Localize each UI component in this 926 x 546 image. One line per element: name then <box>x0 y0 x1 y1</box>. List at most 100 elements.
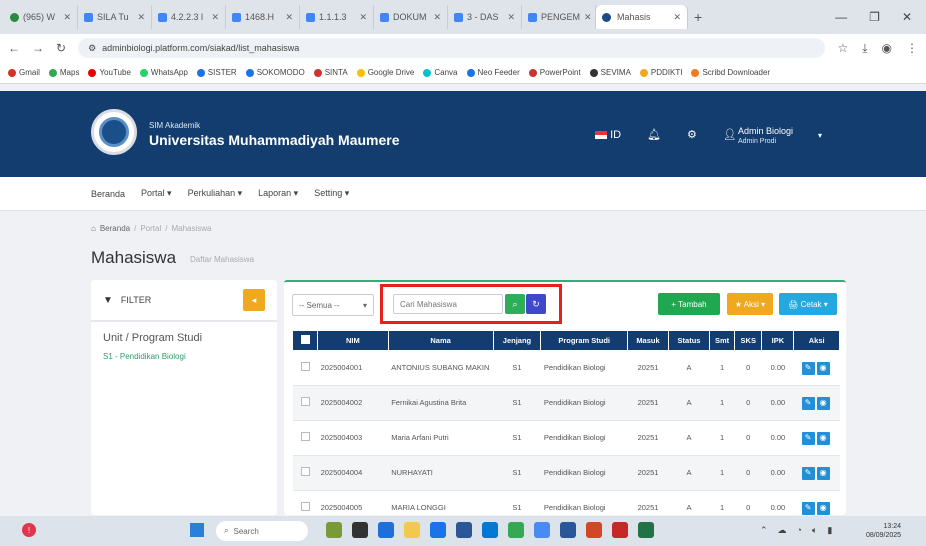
col-header-ipk[interactable]: IPK <box>761 330 795 351</box>
col-header-prodi[interactable]: Program Studi <box>540 330 628 351</box>
browser-tab[interactable]: 3 - DAS ✕ <box>448 5 522 29</box>
actions-button[interactable]: ★ Aksi ▾ <box>727 293 773 315</box>
close-tab-icon[interactable]: ✕ <box>211 12 219 23</box>
breadcrumb-portal[interactable]: Portal <box>140 224 161 233</box>
menu-item-portal[interactable]: Portal ▾ <box>141 188 172 199</box>
mail-icon[interactable] <box>482 522 498 538</box>
header-checkbox[interactable] <box>292 330 319 351</box>
word-icon[interactable] <box>560 522 576 538</box>
excel-icon[interactable] <box>638 522 654 538</box>
edit-icon[interactable]: ✎ <box>801 501 815 515</box>
browser-tab[interactable]: PENGEM ✕ <box>522 5 596 29</box>
taskbar-search[interactable]: ⌕ Search <box>216 521 308 541</box>
edit-icon[interactable]: ✎ <box>801 396 815 410</box>
row-checkbox[interactable] <box>300 362 310 371</box>
bookmark-item[interactable]: PDDIKTI <box>639 68 682 77</box>
breadcrumb-home[interactable]: Beranda <box>100 224 130 233</box>
bookmark-item[interactable]: Neo Feeder <box>466 68 520 77</box>
forward-icon[interactable]: → <box>32 41 44 55</box>
bookmark-item[interactable]: WhatsApp <box>139 68 188 77</box>
bookmark-item[interactable]: SISTER <box>196 68 237 77</box>
search-input[interactable] <box>393 294 503 314</box>
bookmark-item[interactable]: Maps <box>48 68 79 77</box>
row-checkbox[interactable] <box>300 397 310 406</box>
menu-item-setting[interactable]: Setting ▾ <box>314 188 349 199</box>
close-window-icon[interactable]: ✕ <box>902 10 912 24</box>
browser-tab[interactable]: 4.2.2.3 l ✕ <box>152 5 226 29</box>
close-tab-icon[interactable]: ✕ <box>584 12 592 23</box>
bookmark-item[interactable]: Google Drive <box>356 68 414 77</box>
user-icon[interactable]: 👤︎ <box>723 128 737 141</box>
row-checkbox[interactable] <box>300 502 310 511</box>
wifi-icon[interactable]: ◔ <box>797 525 802 536</box>
view-icon[interactable]: ◉ <box>816 466 830 480</box>
cloud-icon[interactable]: ☁ <box>778 525 787 536</box>
view-icon[interactable]: ◉ <box>816 396 830 410</box>
store-icon[interactable] <box>430 522 446 538</box>
edit-icon[interactable]: ✎ <box>801 361 815 375</box>
weather-icon[interactable]: ! <box>22 523 36 537</box>
bookmark-item[interactable]: YouTube <box>88 68 131 77</box>
edit-icon[interactable]: ✎ <box>801 466 815 480</box>
menu-item-perkuliahan[interactable]: Perkuliahan ▾ <box>188 188 243 199</box>
download-icon[interactable]: ⤓ <box>862 41 867 56</box>
new-tab-icon[interactable]: + <box>694 9 702 25</box>
minimize-icon[interactable]: — <box>835 10 847 24</box>
menu-item-beranda[interactable]: Beranda <box>91 189 125 199</box>
maximize-icon[interactable]: ❐ <box>869 10 880 24</box>
bookmark-item[interactable]: SEVIMA <box>589 68 631 77</box>
pdf-icon[interactable] <box>612 522 628 538</box>
chevron-up-icon[interactable]: ⌃ <box>760 525 768 536</box>
close-tab-icon[interactable]: ✕ <box>63 12 71 23</box>
col-header-jenjang[interactable]: Jenjang <box>492 330 542 351</box>
bookmark-item[interactable]: Canva <box>423 68 458 77</box>
site-info-icon[interactable]: ⚙ <box>88 43 96 54</box>
bookmark-star-icon[interactable]: ☆ <box>837 41 848 56</box>
close-tab-icon[interactable]: ✕ <box>359 12 367 23</box>
row-checkbox[interactable] <box>300 432 310 441</box>
close-tab-icon[interactable]: ✕ <box>673 12 681 23</box>
chrome-icon[interactable] <box>508 522 524 538</box>
file-explorer-icon[interactable] <box>404 522 420 538</box>
powerpoint-icon[interactable] <box>586 522 602 538</box>
chevron-down-icon[interactable]: ▾ <box>818 131 822 140</box>
gear-icon[interactable]: ⚙ <box>687 128 697 141</box>
filter-option[interactable]: S1 - Pendidikan Biologi <box>91 344 277 369</box>
profile-icon[interactable]: ◉ <box>882 41 892 56</box>
windows-start-icon[interactable] <box>190 523 204 537</box>
close-tab-icon[interactable]: ✕ <box>433 12 441 23</box>
col-header-sks[interactable]: SKS <box>734 330 763 351</box>
search-button[interactable]: ⌕ <box>505 294 525 314</box>
url-field[interactable]: ⚙ adminbiologi.platform.com/siakad/list_m… <box>78 38 826 58</box>
bell-icon[interactable]: 🔔︎ <box>647 128 661 141</box>
browser-tab[interactable]: DOKUM ✕ <box>374 5 448 29</box>
close-tab-icon[interactable]: ✕ <box>507 12 515 23</box>
bookmark-item[interactable]: SINTA <box>313 68 348 77</box>
col-header-nama[interactable]: Nama <box>387 330 494 351</box>
bookmark-item[interactable]: Scribd Downloader <box>691 68 770 77</box>
widgets-icon[interactable] <box>326 522 342 538</box>
app-icon[interactable] <box>456 522 472 538</box>
back-icon[interactable]: ← <box>8 41 20 55</box>
user-name[interactable]: Admin Biologi <box>738 126 793 136</box>
print-button[interactable]: 🖨 Cetak ▾ <box>779 293 837 315</box>
reload-icon[interactable]: ↻ <box>56 41 66 55</box>
reset-button[interactable]: ↻ <box>526 294 546 314</box>
add-button[interactable]: + Tambah <box>658 293 720 315</box>
col-header-smt[interactable]: Smt <box>709 330 736 351</box>
col-header-masuk[interactable]: Masuk <box>626 330 670 351</box>
edit-icon[interactable]: ✎ <box>801 431 815 445</box>
language-switcher[interactable]: ID <box>595 129 621 141</box>
filter-toggle-button[interactable]: ◂ <box>243 289 265 311</box>
browser-tab[interactable]: SILA Tu ✕ <box>78 5 152 29</box>
bookmark-item[interactable]: PowerPoint <box>528 68 581 77</box>
close-tab-icon[interactable]: ✕ <box>285 12 293 23</box>
row-checkbox[interactable] <box>300 467 310 476</box>
browser-tab[interactable]: 1468.H ✕ <box>226 5 300 29</box>
close-tab-icon[interactable]: ✕ <box>137 12 145 23</box>
menu-item-laporan[interactable]: Laporan ▾ <box>258 188 298 199</box>
browser-tab[interactable]: 1.1.1.3 ✕ <box>300 5 374 29</box>
clock[interactable]: 13:24 08/09/2025 <box>866 522 901 540</box>
col-header-nim[interactable]: NIM <box>317 330 389 351</box>
edge-icon[interactable] <box>378 522 394 538</box>
